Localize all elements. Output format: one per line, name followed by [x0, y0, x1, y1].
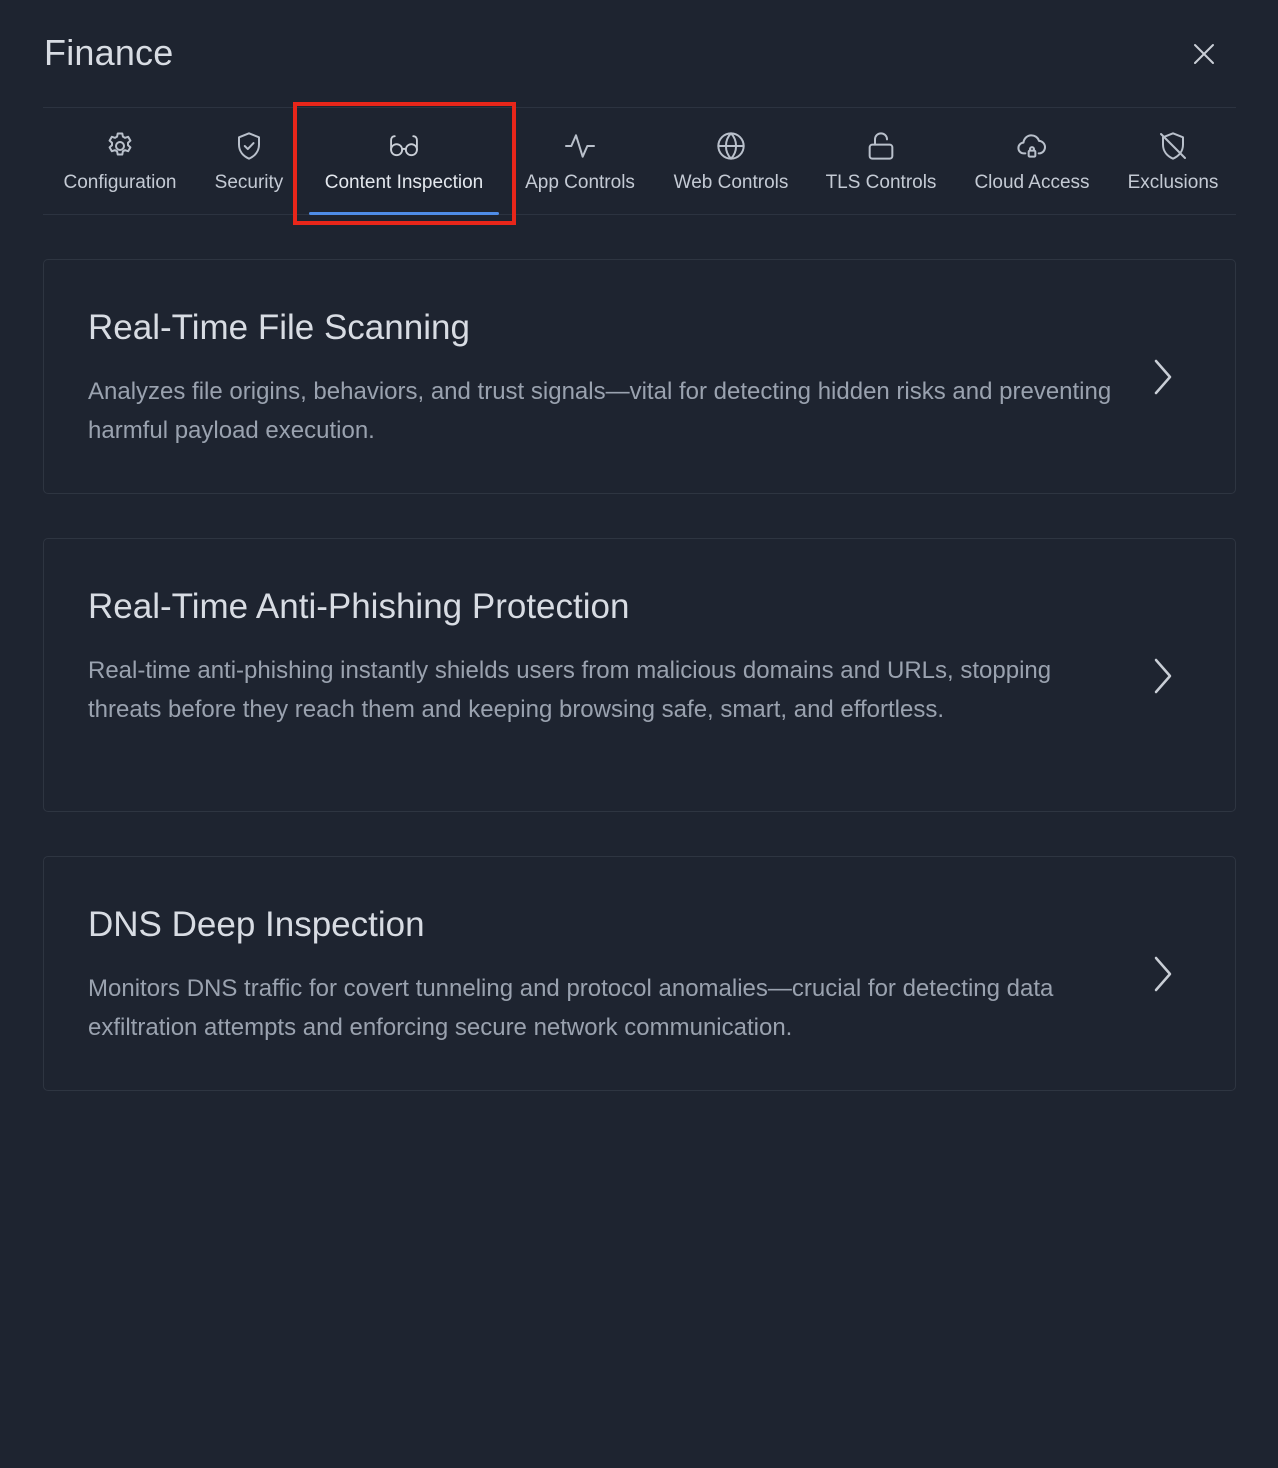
tab-label: Web Controls: [673, 172, 789, 193]
gear-icon: [108, 132, 132, 156]
tab-bar: Configuration Security Content Inspectio…: [43, 107, 1236, 215]
close-icon: [1194, 44, 1214, 64]
tab-label: App Controls: [525, 172, 635, 193]
shield-check-icon: [238, 132, 260, 160]
tab-label: Security: [214, 172, 284, 193]
panel-header: Finance: [44, 30, 1234, 78]
chevron-right-icon: [1154, 956, 1172, 992]
tab-label: Exclusions: [1127, 172, 1219, 193]
close-button[interactable]: [1188, 38, 1220, 70]
card-title: Real-Time File Scanning: [88, 308, 470, 347]
tab-label: Cloud Access: [974, 172, 1090, 193]
tab-exclusions[interactable]: Exclusions: [1115, 108, 1231, 215]
activity-icon: [565, 134, 595, 158]
chevron-right-icon: [1154, 359, 1172, 395]
active-tab-indicator: [309, 212, 499, 215]
card-real-time-anti-phishing[interactable]: Real-Time Anti-Phishing Protection Real-…: [43, 538, 1236, 812]
unlock-icon: [868, 132, 894, 160]
tab-label: TLS Controls: [825, 172, 937, 193]
page-title: Finance: [44, 32, 174, 73]
card-description: Monitors DNS traffic for covert tunnelin…: [88, 975, 1054, 1041]
card-real-time-file-scanning[interactable]: Real-Time File Scanning Analyzes file or…: [43, 259, 1236, 494]
tab-label: Content Inspection: [324, 172, 484, 193]
cloud-lock-icon: [1017, 134, 1046, 158]
tab-web-controls[interactable]: Web Controls: [661, 108, 801, 215]
tab-security[interactable]: Security: [201, 108, 297, 215]
chevron-right-button[interactable]: [1147, 954, 1179, 994]
glasses-icon: [390, 135, 418, 157]
tab-content-inspection[interactable]: Content Inspection: [301, 108, 507, 215]
card-title: Real-Time Anti-Phishing Protection: [88, 587, 630, 626]
tab-app-controls[interactable]: App Controls: [511, 108, 649, 215]
card-dns-deep-inspection[interactable]: DNS Deep Inspection Monitors DNS traffic…: [43, 856, 1236, 1091]
card-title: DNS Deep Inspection: [88, 905, 425, 944]
shield-off-icon: [1160, 132, 1186, 160]
chevron-right-button[interactable]: [1147, 357, 1179, 397]
finance-panel: Finance Configuration Security Content I…: [0, 0, 1278, 1468]
card-description: Real-time anti-phishing instantly shield…: [88, 657, 1052, 723]
globe-icon: [717, 132, 745, 160]
tab-tls-controls[interactable]: TLS Controls: [815, 108, 947, 215]
tab-label: Configuration: [63, 172, 177, 193]
card-description: Analyzes file origins, behaviors, and tr…: [88, 378, 1112, 444]
chevron-right-icon: [1154, 658, 1172, 694]
tab-cloud-access[interactable]: Cloud Access: [961, 108, 1103, 215]
tab-configuration[interactable]: Configuration: [43, 108, 197, 215]
chevron-right-button[interactable]: [1147, 656, 1179, 696]
